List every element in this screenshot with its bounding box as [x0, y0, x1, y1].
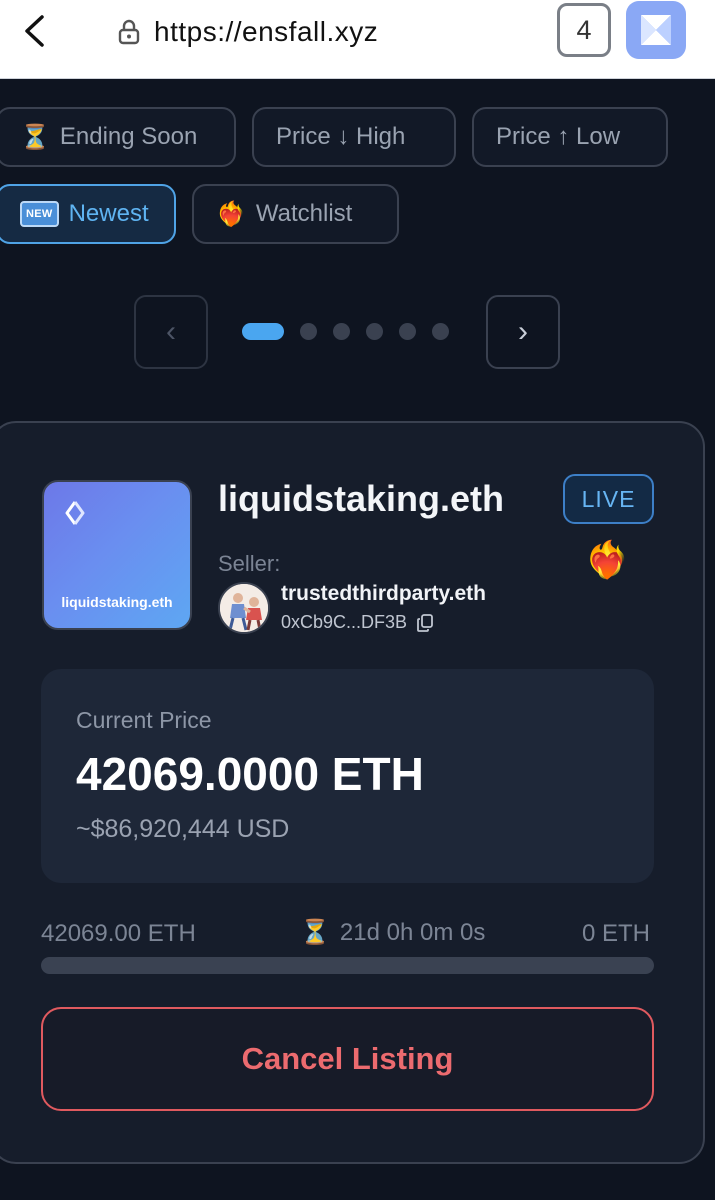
- status-badge: LIVE: [563, 474, 654, 524]
- chevron-right-icon: ›: [518, 315, 528, 348]
- cancel-listing-button[interactable]: Cancel Listing: [41, 1007, 654, 1111]
- page-indicator: [242, 323, 449, 340]
- filter-label: Watchlist: [255, 200, 353, 227]
- chevron-left-icon: [25, 15, 44, 47]
- back-button[interactable]: [18, 14, 52, 48]
- chevron-left-icon: ‹: [166, 315, 176, 348]
- price-label: Current Price: [76, 707, 212, 733]
- watchlist-button[interactable]: ❤️‍🔥: [584, 536, 630, 584]
- page-dot[interactable]: [399, 323, 416, 340]
- url-text: https://ensfall.xyz: [154, 16, 379, 47]
- filter-ending-soon[interactable]: ⏳ Ending Soon: [0, 107, 236, 167]
- heart-on-fire-icon: ❤️‍🔥: [216, 200, 246, 228]
- filter-price-high[interactable]: Price ↓ High: [252, 107, 456, 167]
- app-logo-button[interactable]: [626, 1, 686, 59]
- filter-label: Price ↓ High: [276, 123, 406, 150]
- ens-logo-icon: [65, 501, 85, 525]
- price-panel: Current Price 42069.0000 ETH ~$86,920,44…: [41, 669, 654, 883]
- prev-page-button[interactable]: ‹: [134, 295, 208, 369]
- filter-label: Ending Soon: [59, 123, 198, 150]
- hourglass-icon: ⏳: [300, 919, 330, 946]
- domain-name: liquidstaking.eth: [218, 478, 505, 519]
- browser-toolbar: https://ensfall.xyz 4: [0, 0, 715, 79]
- next-page-button[interactable]: ›: [486, 295, 560, 369]
- time-remaining-row: ⏳ 21d 0h 0m 0s: [300, 918, 485, 947]
- start-price: 42069.00 ETH: [41, 920, 196, 947]
- filter-label: Price ↑ Low: [496, 123, 621, 150]
- seller-address: 0xCb9C...DF3B: [281, 612, 408, 632]
- new-badge-icon: NEW: [20, 201, 59, 227]
- address-bar[interactable]: https://ensfall.xyz: [118, 12, 378, 52]
- heart-on-fire-icon: ❤️‍🔥: [584, 539, 630, 580]
- price-usd: ~$86,920,444 USD: [76, 815, 290, 843]
- cancel-listing-label: Cancel Listing: [241, 1041, 454, 1076]
- filter-label: Newest: [68, 200, 149, 227]
- app-logo-icon: [641, 15, 671, 45]
- seller-label: Seller:: [218, 551, 281, 576]
- page-dot[interactable]: [300, 323, 317, 340]
- avatar[interactable]: [218, 582, 270, 634]
- hourglass-icon: ⏳: [20, 123, 50, 151]
- page-dot[interactable]: [432, 323, 449, 340]
- price-progress-bar: [41, 957, 654, 974]
- filter-newest[interactable]: NEW Newest: [0, 184, 176, 244]
- filter-price-low[interactable]: Price ↑ Low: [472, 107, 668, 167]
- tab-count: 4: [576, 14, 592, 45]
- thumbnail-label: liquidstaking.eth: [61, 594, 173, 610]
- filter-watchlist[interactable]: ❤️‍🔥 Watchlist: [192, 184, 399, 244]
- domain-thumbnail[interactable]: liquidstaking.eth: [42, 480, 192, 630]
- seller-name[interactable]: trustedthirdparty.eth: [281, 582, 486, 606]
- end-price: 0 ETH: [582, 920, 651, 947]
- page-dot-active[interactable]: [242, 323, 284, 340]
- seller-address-row: 0xCb9C...DF3B: [281, 612, 433, 633]
- current-price: 42069.0000 ETH: [76, 748, 424, 800]
- page-dot[interactable]: [333, 323, 350, 340]
- page-dot[interactable]: [366, 323, 383, 340]
- lock-icon: [118, 19, 140, 45]
- time-remaining: 21d 0h 0m 0s: [339, 918, 486, 946]
- copy-icon[interactable]: [417, 613, 433, 632]
- tab-switcher-button[interactable]: 4: [557, 3, 611, 57]
